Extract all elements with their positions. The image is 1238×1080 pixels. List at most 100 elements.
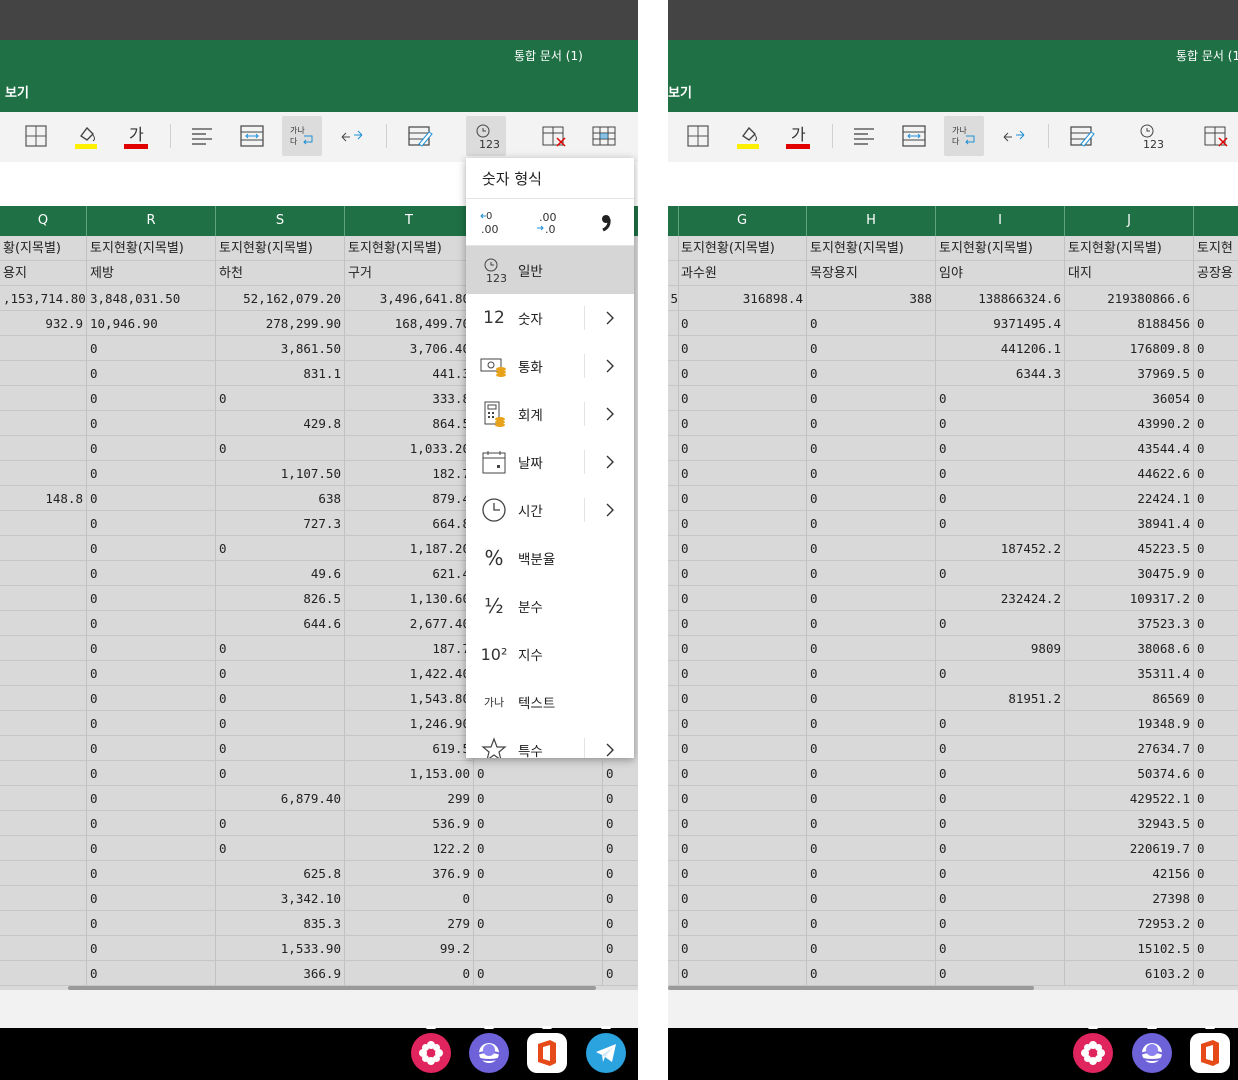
- table-cell[interactable]: 0: [216, 636, 345, 661]
- table-cell[interactable]: 0: [936, 736, 1065, 761]
- table-cell[interactable]: [0, 886, 87, 911]
- table-cell[interactable]: 0: [936, 661, 1065, 686]
- table-cell[interactable]: 0: [603, 811, 638, 836]
- decrease-decimal-icon[interactable]: .00.0: [536, 209, 566, 237]
- table-cell[interactable]: 220619.7: [1065, 836, 1194, 861]
- table-cell[interactable]: [0, 611, 87, 636]
- table-cell[interactable]: [0, 511, 87, 536]
- column-header-j[interactable]: J: [1065, 206, 1194, 236]
- table-cell[interactable]: 50374.6: [1065, 761, 1194, 786]
- table-cell[interactable]: [0, 636, 87, 661]
- table-cell[interactable]: 441206.1: [936, 336, 1065, 361]
- table-cell[interactable]: 3,706.40: [345, 336, 474, 361]
- menu-item-10[interactable]: 특수: [466, 726, 634, 758]
- table-cell[interactable]: 0: [603, 961, 638, 986]
- increase-decimal-icon[interactable]: 0.00: [480, 209, 510, 237]
- table-cell[interactable]: 0: [1194, 611, 1238, 636]
- table-cell[interactable]: 0: [678, 836, 807, 861]
- column-header-h[interactable]: H: [807, 206, 936, 236]
- table-cell[interactable]: 644.6: [216, 611, 345, 636]
- table-cell[interactable]: 0: [216, 386, 345, 411]
- table-cell[interactable]: 0: [936, 486, 1065, 511]
- table-cell[interactable]: 366.9: [216, 961, 345, 986]
- table-cell[interactable]: 727.3: [216, 511, 345, 536]
- table-cell[interactable]: 187452.2: [936, 536, 1065, 561]
- table-cell[interactable]: 0: [603, 911, 638, 936]
- table-cell[interactable]: 0: [807, 386, 936, 411]
- table-cell[interactable]: 0: [1194, 361, 1238, 386]
- table-cell[interactable]: 구거: [345, 261, 474, 286]
- table-cell[interactable]: 441.3: [345, 361, 474, 386]
- table-cell[interactable]: 22424.1: [1065, 486, 1194, 511]
- table-cell[interactable]: 0: [87, 861, 216, 886]
- table-cell[interactable]: 0: [678, 586, 807, 611]
- table-cell[interactable]: [0, 936, 87, 961]
- table-cell[interactable]: 0: [678, 436, 807, 461]
- table-cell[interactable]: [0, 711, 87, 736]
- table-cell[interactable]: 1,533.90: [216, 936, 345, 961]
- table-cell[interactable]: 0: [807, 686, 936, 711]
- table-cell[interactable]: 86569: [1065, 686, 1194, 711]
- table-cell[interactable]: 0: [936, 436, 1065, 461]
- table-cell[interactable]: 0: [87, 336, 216, 361]
- menu-item-2[interactable]: 통화: [466, 342, 634, 390]
- table-cell[interactable]: 2,677.40: [345, 611, 474, 636]
- table-cell[interactable]: 0: [807, 511, 936, 536]
- table-cell[interactable]: 1,187.20: [345, 536, 474, 561]
- table-cell[interactable]: 0: [936, 386, 1065, 411]
- table-cell[interactable]: 0: [1194, 661, 1238, 686]
- column-header-g[interactable]: G: [678, 206, 807, 236]
- table-cell[interactable]: 1,107.50: [216, 461, 345, 486]
- table-cell[interactable]: 0: [216, 661, 345, 686]
- table-cell[interactable]: 52,162,079.20: [216, 286, 345, 311]
- align-button[interactable]: [182, 116, 222, 156]
- table-cell[interactable]: [0, 411, 87, 436]
- table-cell[interactable]: 0: [474, 786, 603, 811]
- column-header-s[interactable]: S: [216, 206, 345, 236]
- borders-button[interactable]: [678, 116, 718, 156]
- table-cell[interactable]: [0, 561, 87, 586]
- table-cell[interactable]: 333.8: [345, 386, 474, 411]
- table-cell[interactable]: 0: [807, 311, 936, 336]
- table-cell[interactable]: 0: [87, 786, 216, 811]
- table-cell[interactable]: 0: [216, 436, 345, 461]
- table-cell[interactable]: 3,861.50: [216, 336, 345, 361]
- table-cell[interactable]: 15102.5: [1065, 936, 1194, 961]
- samsung-internet-icon[interactable]: [1132, 1026, 1172, 1073]
- table-cell[interactable]: 0: [678, 961, 807, 986]
- table-cell[interactable]: [0, 586, 87, 611]
- table-cell[interactable]: 0: [936, 836, 1065, 861]
- chevron-right-icon[interactable]: [584, 402, 634, 426]
- table-cell[interactable]: 토지현황(지목별): [345, 236, 474, 261]
- table-cell[interactable]: 0: [1194, 336, 1238, 361]
- table-cell[interactable]: 0: [87, 711, 216, 736]
- cell-styles-button[interactable]: [1062, 116, 1102, 156]
- table-cell[interactable]: 0: [936, 886, 1065, 911]
- table-cell[interactable]: [0, 386, 87, 411]
- table-cell[interactable]: 0: [678, 636, 807, 661]
- delete-cells-button[interactable]: [534, 116, 574, 156]
- table-cell[interactable]: 1,153.00: [345, 761, 474, 786]
- table-cell[interactable]: [0, 761, 87, 786]
- table-cell[interactable]: [0, 786, 87, 811]
- table-cell[interactable]: 879.4: [345, 486, 474, 511]
- merge-button[interactable]: [232, 116, 272, 156]
- table-cell[interactable]: [1194, 286, 1238, 311]
- table-cell[interactable]: 대지: [1065, 261, 1194, 286]
- font-color-button[interactable]: 가: [778, 116, 818, 156]
- column-header-i[interactable]: I: [936, 206, 1065, 236]
- table-cell[interactable]: [0, 861, 87, 886]
- table-cell[interactable]: 0: [807, 436, 936, 461]
- table-cell[interactable]: 0: [807, 911, 936, 936]
- table-cell[interactable]: 0: [678, 461, 807, 486]
- table-cell[interactable]: 0: [1194, 511, 1238, 536]
- table-cell[interactable]: 0: [1194, 911, 1238, 936]
- table-cell[interactable]: 0: [87, 511, 216, 536]
- table-cell[interactable]: 30475.9: [1065, 561, 1194, 586]
- table-cell[interactable]: 0: [807, 761, 936, 786]
- table-cell[interactable]: 0: [87, 386, 216, 411]
- chevron-right-icon[interactable]: [584, 498, 634, 522]
- table-cell[interactable]: 0: [807, 586, 936, 611]
- table-cell[interactable]: 0: [936, 786, 1065, 811]
- tab-view[interactable]: 보기: [5, 82, 29, 101]
